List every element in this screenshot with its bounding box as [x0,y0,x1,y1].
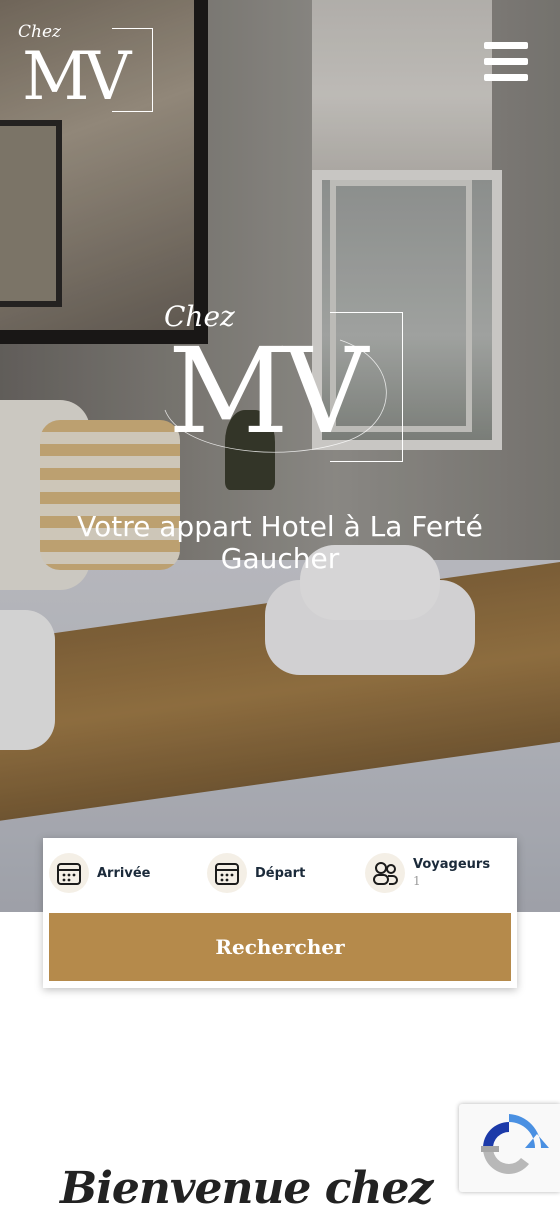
welcome-heading: Bienvenue chez vous [60,1162,434,1212]
logo-monogram: MV [22,38,131,115]
departure-date-field[interactable]: Départ [207,852,305,894]
menu-line [484,42,528,49]
hero-logo-swash [164,339,387,453]
hero-logo: Chez MV [160,300,410,465]
booking-search-card: Arrivée Départ Voyageurs 1 Rechercher [43,838,517,988]
travelers-text: Voyageurs 1 [405,857,490,889]
calendar-icon [49,853,89,893]
menu-line [484,58,528,65]
menu-line [484,74,528,81]
search-button[interactable]: Rechercher [49,913,511,981]
travelers-label: Voyageurs [413,857,491,872]
site-logo-link[interactable]: Chez MV [16,22,156,115]
travelers-count: 1 [413,874,421,888]
arrival-date-field[interactable]: Arrivée [49,852,150,894]
recaptcha-icon [481,1114,549,1174]
hero-title: Votre appart Hotel à La Ferté Gaucher [77,509,483,575]
hero-banner: Chez MV Chez MV Votre appart Hotel à La … [0,0,560,912]
hamburger-menu-icon[interactable] [484,42,528,82]
arrival-label: Arrivée [97,865,151,881]
departure-label: Départ [255,865,306,881]
recaptcha-badge[interactable] [459,1104,560,1192]
page: Chez MV Chez MV Votre appart Hotel à La … [0,0,560,1212]
users-icon [365,853,405,893]
logo-frame [112,28,153,112]
travelers-field[interactable]: Voyageurs 1 [365,852,490,894]
calendar-icon [207,853,247,893]
